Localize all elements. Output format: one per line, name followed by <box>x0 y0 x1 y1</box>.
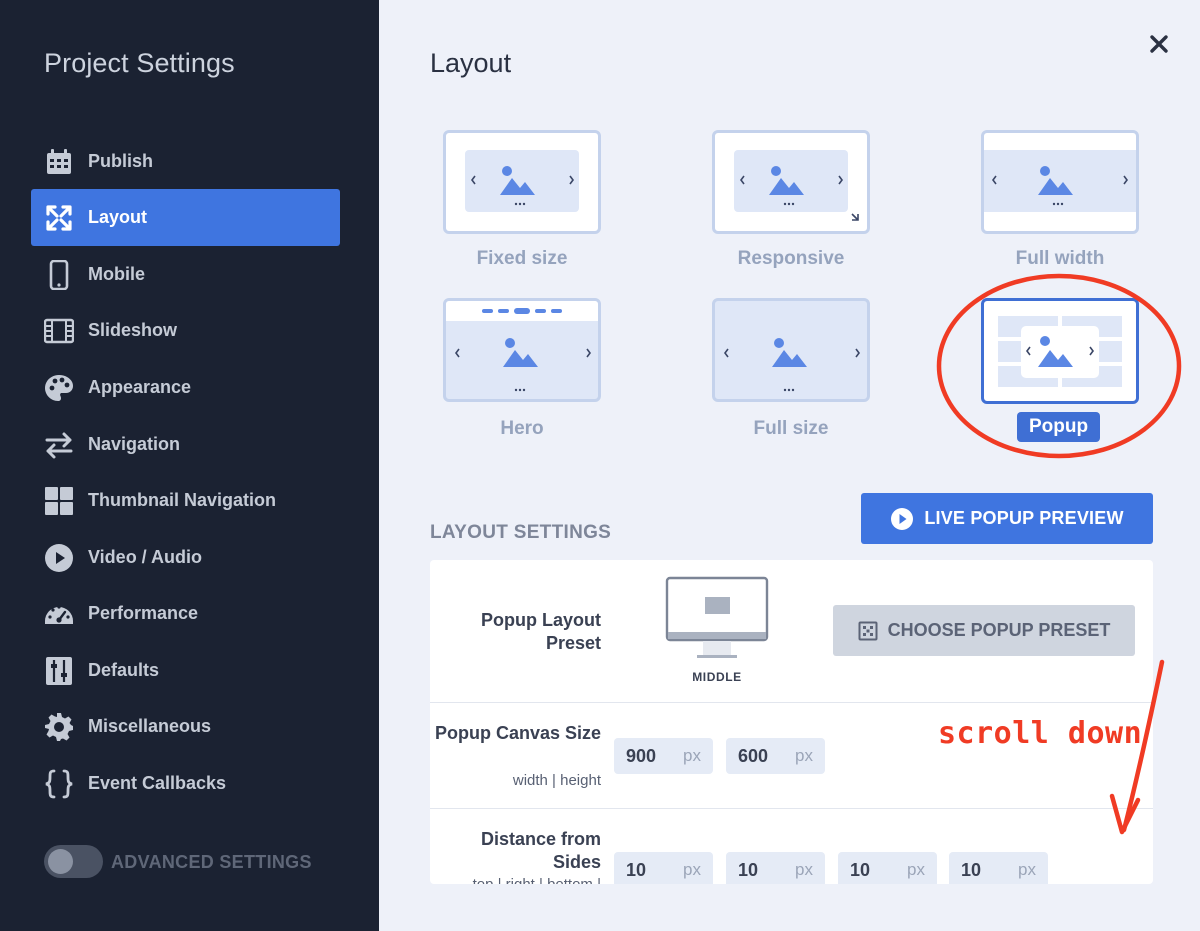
sidebar-item-label: Publish <box>88 151 154 171</box>
sidebar-item-video-audio[interactable]: Video / Audio <box>31 529 340 586</box>
film-strip-icon <box>44 316 74 346</box>
sidebar: Project Settings Publish Layout Mobile S… <box>0 0 379 931</box>
distance-top-input[interactable]: 10 px <box>614 852 713 884</box>
distance-left-input[interactable]: 10 px <box>949 852 1048 884</box>
canvas-width-input[interactable]: 900 px <box>614 738 713 774</box>
sidebar-item-label: Appearance <box>88 377 192 397</box>
hero-thumbnail-icon <box>446 301 598 392</box>
layout-label-full-size: Full size <box>753 418 829 439</box>
sidebar-item-label: Event Callbacks <box>88 773 227 793</box>
sidebar-item-defaults[interactable]: Defaults <box>31 642 340 699</box>
sidebar-item-navigation[interactable]: Navigation <box>31 416 340 473</box>
distance-hint: top | right | bottom | <box>430 876 601 884</box>
layout-label-responsive: Responsive <box>737 248 845 269</box>
choose-popup-preset-label: CHOOSE POPUP PRESET <box>887 620 1111 640</box>
sidebar-item-label: Miscellaneous <box>88 716 212 736</box>
advanced-settings-label: ADVANCED SETTINGS <box>111 852 312 872</box>
popup-layout-preset-label: Popup Layout Preset <box>481 610 601 653</box>
layout-label-popup: Popup <box>1017 412 1101 442</box>
distance-right-input[interactable]: 10 px <box>726 852 825 884</box>
sidebar-item-mobile[interactable]: Mobile <box>31 246 340 303</box>
sliders-icon <box>44 656 74 686</box>
advanced-settings-toggle[interactable] <box>44 845 103 878</box>
layout-label-full-width: Full width <box>1015 248 1105 269</box>
gear-icon <box>44 712 74 742</box>
canvas-size-hint: width | height <box>512 772 601 789</box>
distance-bottom-input[interactable]: 10 px <box>838 852 937 884</box>
sidebar-item-miscellaneous[interactable]: Miscellaneous <box>31 698 340 755</box>
toggle-knob <box>48 849 73 874</box>
main-panel: Layout Fixed size Responsive Full width <box>379 0 1200 931</box>
scroll-down-annotation: scroll down <box>938 716 1143 751</box>
popup-canvas-size-label: Popup Canvas Size <box>434 723 601 743</box>
distance-from-sides-label: Distance from Sides <box>480 829 601 872</box>
speedometer-icon <box>44 599 74 629</box>
live-popup-preview-button[interactable]: LIVE POPUP PREVIEW <box>861 493 1153 544</box>
row-divider <box>430 808 1153 809</box>
sidebar-title: Project Settings <box>44 48 235 78</box>
sidebar-item-label: Video / Audio <box>88 547 203 567</box>
sidebar-item-event-callbacks[interactable]: Event Callbacks <box>31 755 340 812</box>
layout-label-hero: Hero <box>500 418 544 439</box>
layout-settings-heading: LAYOUT SETTINGS <box>430 522 612 543</box>
fixed-size-thumbnail-icon <box>465 150 579 212</box>
sidebar-item-publish[interactable]: Publish <box>31 133 340 190</box>
swap-arrows-icon <box>44 430 74 460</box>
layout-option-fixed-size[interactable] <box>443 130 601 234</box>
layout-option-full-size[interactable] <box>712 298 870 402</box>
calendar-icon <box>44 147 74 177</box>
layout-option-responsive[interactable] <box>712 130 870 234</box>
sidebar-item-label: Navigation <box>88 434 181 454</box>
sidebar-item-label: Mobile <box>88 264 145 284</box>
sidebar-item-layout[interactable]: Layout <box>31 189 340 246</box>
responsive-thumbnail-icon <box>734 150 859 221</box>
choose-popup-preset-button[interactable]: CHOOSE POPUP PRESET <box>833 605 1135 656</box>
page-title: Layout <box>430 48 512 78</box>
sidebar-item-label: Thumbnail Navigation <box>88 490 277 510</box>
monitor-caption: MIDDLE <box>692 670 742 684</box>
mobile-phone-icon <box>44 259 74 290</box>
layout-option-full-width[interactable] <box>981 130 1139 234</box>
live-popup-preview-label: LIVE POPUP PREVIEW <box>924 508 1124 528</box>
curly-braces-icon <box>44 769 74 799</box>
full-size-thumbnail-icon <box>724 338 860 392</box>
sidebar-item-label: Performance <box>88 603 199 623</box>
full-width-thumbnail-icon <box>984 150 1136 212</box>
sidebar-item-label: Slideshow <box>88 320 178 340</box>
grid-icon <box>44 486 74 516</box>
play-circle-icon <box>44 543 74 573</box>
palette-icon <box>44 373 74 403</box>
layout-option-popup[interactable] <box>981 298 1139 404</box>
sidebar-item-label: Defaults <box>88 660 160 680</box>
layout-option-hero[interactable] <box>443 298 601 402</box>
expand-arrows-icon <box>44 203 74 233</box>
sidebar-item-performance[interactable]: Performance <box>31 585 340 642</box>
close-icon[interactable] <box>1145 30 1173 58</box>
sidebar-item-thumbnail-navigation[interactable]: Thumbnail Navigation <box>31 472 340 529</box>
monitor-middle-icon <box>665 576 769 658</box>
sidebar-item-label: Layout <box>88 207 148 227</box>
play-circle-icon <box>891 507 914 530</box>
layout-label-fixed-size: Fixed size <box>476 248 568 269</box>
row-divider <box>430 702 1153 703</box>
sidebar-item-slideshow[interactable]: Slideshow <box>31 302 340 359</box>
popup-thumbnail-icon <box>998 316 1122 387</box>
canvas-height-input[interactable]: 600 px <box>726 738 825 774</box>
sidebar-item-appearance[interactable]: Appearance <box>31 359 340 416</box>
preset-grid-icon <box>858 621 878 640</box>
